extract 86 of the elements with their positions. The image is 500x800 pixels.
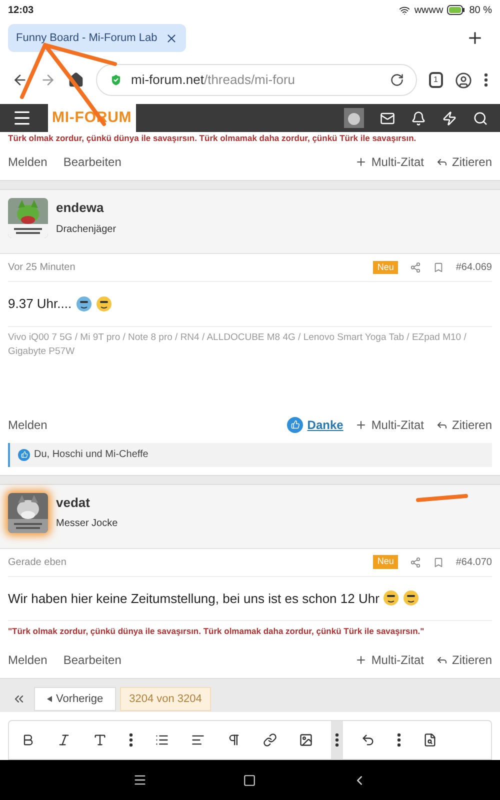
preview-icon xyxy=(423,733,437,747)
tab-count[interactable]: 1 xyxy=(428,72,443,88)
signature-text: Türk olmak zordur, çünkü dünya ile savaşırsın. Türk olmamak daha zordur, çünkü Türk ile savaşırsın. xyxy=(7,132,418,144)
new-badge: Neu xyxy=(373,260,398,274)
emoji-icon xyxy=(96,296,112,312)
quote-link[interactable]: Zitieren xyxy=(436,416,492,434)
more-icon[interactable] xyxy=(335,733,339,747)
link-icon xyxy=(263,733,277,747)
wifi-icon xyxy=(399,4,410,16)
emoji-icon xyxy=(403,590,420,606)
paragraph-icon xyxy=(227,733,241,747)
reply-icon xyxy=(436,156,448,168)
more-icon[interactable] xyxy=(129,733,133,747)
caret-icon xyxy=(47,696,52,702)
align-icon xyxy=(191,733,205,747)
recents-icon xyxy=(133,773,147,787)
new-tab-icon xyxy=(466,29,484,47)
plus-icon xyxy=(355,654,368,666)
account-icon xyxy=(455,72,472,88)
list-icon xyxy=(155,733,169,747)
shield-icon xyxy=(109,73,123,87)
url-field[interactable]: mi-forum.net/threads/mi-foru xyxy=(96,64,417,96)
close-icon xyxy=(165,32,178,44)
post-action-link[interactable]: Bearbeiten xyxy=(63,153,122,171)
thumbs-up-icon xyxy=(18,448,30,460)
avatar-frame[interactable] xyxy=(8,492,48,532)
plus-icon xyxy=(355,156,368,168)
image-icon xyxy=(299,733,313,747)
carrier-name: wwww xyxy=(414,4,444,18)
url-text: mi-forum.net/threads/mi-foru xyxy=(131,71,296,90)
toolbar-more-button[interactable] xyxy=(331,721,343,759)
search-icon xyxy=(473,110,488,126)
undo-icon xyxy=(361,733,375,747)
browser-tab[interactable]: Funny Board - Mi-Forum Lab xyxy=(8,24,186,52)
thanks-link[interactable]: Danke xyxy=(287,416,344,434)
user-rank: Drachenjäger xyxy=(56,222,116,236)
bold-icon xyxy=(21,733,35,747)
bell-icon xyxy=(411,110,426,126)
author-name[interactable]: vedat xyxy=(56,492,118,512)
tab-title: Funny Board - Mi-Forum Lab xyxy=(16,30,158,46)
quote-link[interactable]: Multi-Zitat xyxy=(355,153,424,171)
home-icon xyxy=(243,774,256,786)
post-body: 9.37 Uhr.... xyxy=(8,295,72,313)
battery-percent: 80 % xyxy=(469,4,492,18)
clock: 12:03 xyxy=(8,4,34,18)
signature-text: "Türk olmak zordur, çünkü dünya ile savaşırsın. Türk olmamak daha zordur, çünkü Türk ile savaşırsın." xyxy=(8,620,492,642)
quote-link[interactable]: Multi-Zitat xyxy=(355,650,424,669)
italic-icon xyxy=(57,733,71,747)
thumbs-up-icon xyxy=(287,416,304,432)
emoji-icon xyxy=(76,296,92,312)
plus-icon xyxy=(355,418,368,430)
battery-icon xyxy=(447,5,466,15)
new-badge: Neu xyxy=(373,555,398,569)
post-action-link[interactable]: Melden xyxy=(8,650,48,669)
share-icon xyxy=(410,262,421,273)
post-number[interactable]: #64.069 xyxy=(456,260,492,275)
author-name[interactable]: endewa xyxy=(56,198,116,218)
forward-icon xyxy=(40,72,56,88)
quote-link[interactable]: Zitieren xyxy=(436,153,492,171)
post-action-link[interactable]: Melden xyxy=(8,153,48,171)
post-action-link[interactable]: Melden xyxy=(8,416,48,434)
menu-icon[interactable] xyxy=(484,73,488,87)
reactions-bar[interactable]: Du, Hoschi und Mi-Cheffe xyxy=(8,442,492,466)
user-rank: Messer Jocke xyxy=(56,517,118,531)
post-time: Vor 25 Minuten xyxy=(8,261,76,275)
mail-icon xyxy=(380,110,395,126)
bookmark-icon xyxy=(432,262,444,273)
post-number[interactable]: #64.070 xyxy=(456,554,492,570)
more-icon[interactable] xyxy=(397,733,401,747)
previous-page-button[interactable]: Vorherige xyxy=(34,687,116,712)
reactions-text: Du, Hoschi und Mi-Cheffe xyxy=(34,448,148,462)
bookmark-icon xyxy=(432,556,444,568)
size-icon xyxy=(93,733,107,747)
emoji-icon xyxy=(383,590,400,606)
quote-link[interactable]: Zitieren xyxy=(436,650,492,669)
annotation-stroke xyxy=(416,494,468,502)
share-icon xyxy=(410,556,421,568)
reload-icon xyxy=(390,73,404,87)
post-body: Wir haben hier keine Zeitumstellung, bei uns ist es schon 12 Uhr xyxy=(8,590,380,608)
post-action-link[interactable]: Bearbeiten xyxy=(63,650,122,669)
device-signature: Vivo iQ00 7 5G / Mi 9T pro / Note 8 pro / RN4 / ALLDOCUBE M8 4G / Lenovo Smart Yoga Tab / EZpad M10 / Gigabyte P57W xyxy=(8,326,492,406)
lightning-icon xyxy=(442,110,457,126)
back-icon xyxy=(12,72,28,88)
quote-link[interactable]: Multi-Zitat xyxy=(355,416,424,434)
avatar-frame[interactable] xyxy=(8,198,48,238)
post-time: Gerade eben xyxy=(8,556,66,570)
